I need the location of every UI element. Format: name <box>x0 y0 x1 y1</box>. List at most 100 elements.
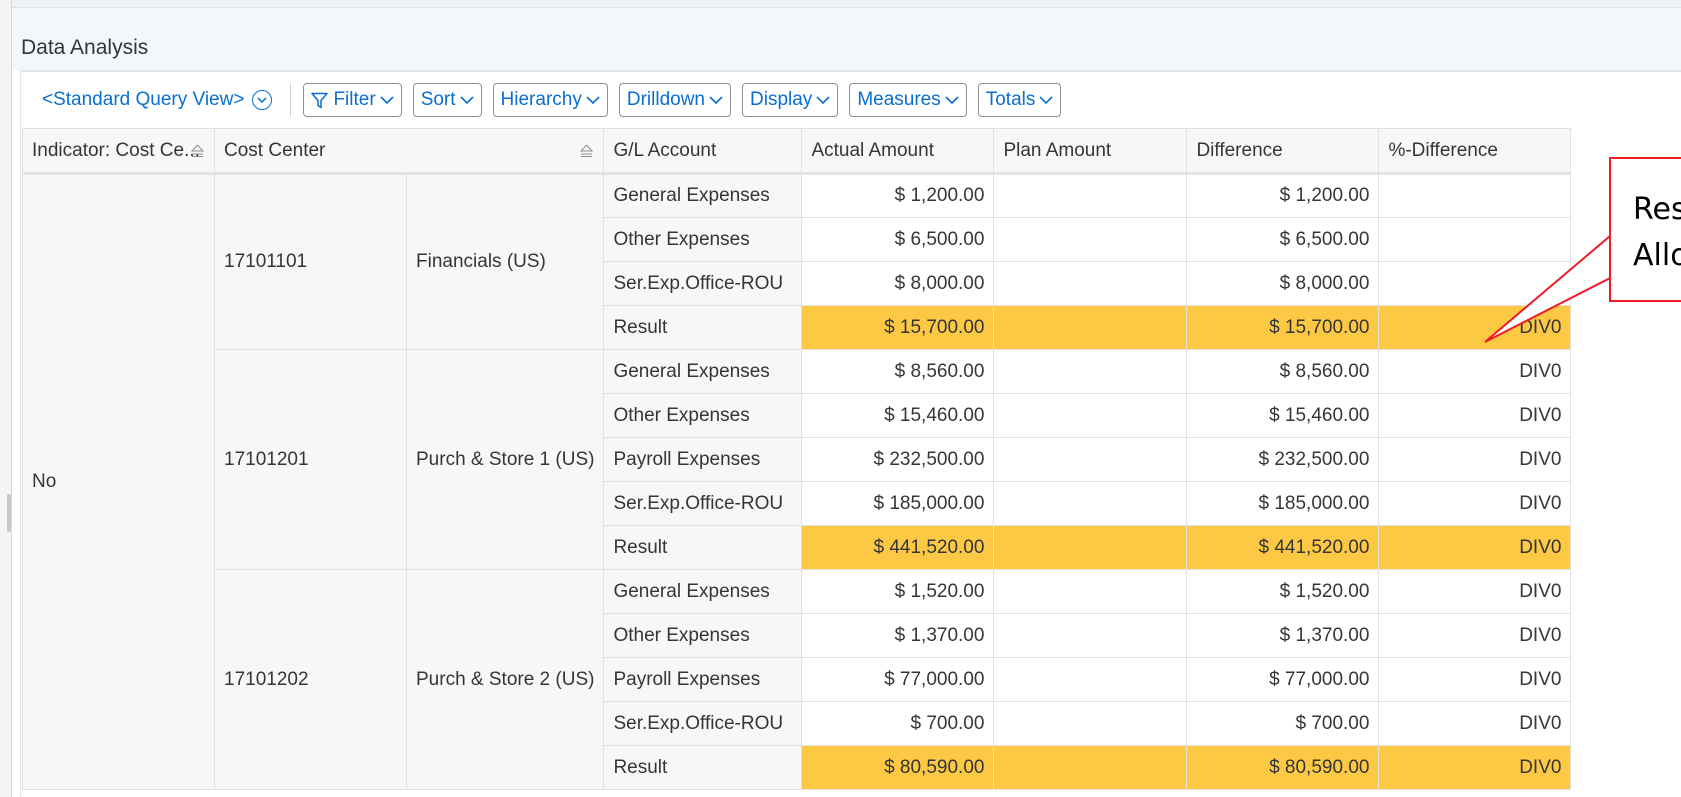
actual-amount-cell[interactable]: $ 77,000.00 <box>801 657 995 702</box>
sort-button[interactable]: Sort <box>412 83 482 117</box>
difference-cell[interactable]: $ 15,460.00 <box>1186 393 1380 438</box>
plan-amount-cell[interactable] <box>993 217 1188 262</box>
pct-difference-cell[interactable]: DIV0 <box>1378 613 1572 658</box>
plan-amount-cell[interactable] <box>993 525 1188 570</box>
difference-cell[interactable]: $ 77,000.00 <box>1186 657 1380 702</box>
pct-difference-cell[interactable]: DIV0 <box>1378 481 1572 526</box>
resize-handle[interactable] <box>7 494 11 532</box>
top-strip <box>12 0 1681 8</box>
plan-amount-cell[interactable] <box>993 569 1188 614</box>
actual-amount-cell[interactable]: $ 232,500.00 <box>801 437 995 482</box>
header-pct-difference[interactable]: %-Difference <box>1378 128 1572 175</box>
pct-difference-cell[interactable]: DIV0 <box>1378 701 1572 746</box>
query-view-selector[interactable]: <Standard Query View> <box>42 89 273 111</box>
indicator-cell[interactable]: No <box>22 173 215 790</box>
hierarchy-button[interactable]: Hierarchy <box>492 83 608 117</box>
pct-difference-cell[interactable]: DIV0 <box>1378 305 1572 350</box>
header-actual-amount[interactable]: Actual Amount <box>801 128 995 175</box>
difference-cell[interactable]: $ 8,000.00 <box>1186 261 1380 306</box>
plan-amount-cell[interactable] <box>993 745 1188 790</box>
cost-center-name-cell[interactable]: Purch & Store 2 (US) <box>405 569 605 790</box>
gl-account-cell[interactable]: Result <box>603 305 803 350</box>
actual-amount-cell[interactable]: $ 8,000.00 <box>801 261 995 306</box>
actual-amount-cell[interactable]: $ 1,200.00 <box>801 173 995 218</box>
sort-button-label: Sort <box>420 89 456 110</box>
actual-amount-cell[interactable]: $ 441,520.00 <box>801 525 995 570</box>
gl-account-cell[interactable]: Ser.Exp.Office-ROU <box>603 261 803 306</box>
difference-cell[interactable]: $ 700.00 <box>1186 701 1380 746</box>
cost-center-name-cell[interactable]: Financials (US) <box>405 173 605 350</box>
cost-center-id-cell[interactable]: 17101201 <box>214 349 407 570</box>
difference-cell[interactable]: $ 1,520.00 <box>1186 569 1380 614</box>
sort-icon[interactable] <box>191 145 204 157</box>
gl-account-cell[interactable]: Other Expenses <box>603 393 803 438</box>
actual-amount-cell[interactable]: $ 80,590.00 <box>801 745 995 790</box>
plan-amount-cell[interactable] <box>993 305 1188 350</box>
header-cost-center[interactable]: Cost Center <box>213 128 605 175</box>
cost-center-id-cell[interactable]: 17101101 <box>214 173 407 350</box>
plan-amount-cell[interactable] <box>993 393 1188 438</box>
gl-account-cell[interactable]: Other Expenses <box>603 613 803 658</box>
gl-account-cell[interactable]: Other Expenses <box>603 217 803 262</box>
actual-amount-cell[interactable]: $ 8,560.00 <box>801 349 995 394</box>
gl-account-cell[interactable]: Result <box>603 745 803 790</box>
header-plan-amount[interactable]: Plan Amount <box>993 128 1188 175</box>
annotation-callout: Res Allo <box>1609 157 1681 302</box>
actual-amount-cell[interactable]: $ 1,520.00 <box>801 569 995 614</box>
plan-amount-cell[interactable] <box>993 701 1188 746</box>
pct-difference-cell[interactable]: DIV0 <box>1378 393 1572 438</box>
difference-cell[interactable]: $ 15,700.00 <box>1186 305 1380 350</box>
filter-button[interactable]: Filter <box>303 83 402 117</box>
sort-icon[interactable] <box>580 145 594 157</box>
gl-account-cell[interactable]: Payroll Expenses <box>603 657 803 702</box>
header-indicator[interactable]: Indicator: Cost Ce... <box>22 128 215 175</box>
actual-amount-cell[interactable]: $ 6,500.00 <box>801 217 995 262</box>
actual-amount-cell[interactable]: $ 15,700.00 <box>801 305 995 350</box>
difference-cell[interactable]: $ 185,000.00 <box>1186 481 1380 526</box>
cost-center-name-cell[interactable]: Purch & Store 1 (US) <box>405 349 605 570</box>
pct-difference-cell[interactable] <box>1378 217 1572 262</box>
pct-difference-cell[interactable]: DIV0 <box>1378 437 1572 482</box>
plan-amount-cell[interactable] <box>993 173 1188 218</box>
difference-cell[interactable]: $ 6,500.00 <box>1186 217 1380 262</box>
header-area <box>12 8 1681 70</box>
plan-amount-cell[interactable] <box>993 657 1188 702</box>
header-difference[interactable]: Difference <box>1186 128 1380 175</box>
display-button[interactable]: Display <box>742 83 839 117</box>
gl-account-cell[interactable]: General Expenses <box>603 569 803 614</box>
plan-amount-cell[interactable] <box>993 437 1188 482</box>
pct-difference-cell[interactable]: DIV0 <box>1378 569 1572 614</box>
plan-amount-cell[interactable] <box>993 613 1188 658</box>
plan-amount-cell[interactable] <box>993 261 1188 306</box>
actual-amount-cell[interactable]: $ 15,460.00 <box>801 393 995 438</box>
gl-account-cell[interactable]: General Expenses <box>603 173 803 218</box>
pct-difference-cell[interactable]: DIV0 <box>1378 349 1572 394</box>
totals-button[interactable]: Totals <box>977 83 1062 117</box>
gl-account-cell[interactable]: General Expenses <box>603 349 803 394</box>
actual-amount-cell[interactable]: $ 1,370.00 <box>801 613 995 658</box>
gl-account-cell[interactable]: Ser.Exp.Office-ROU <box>603 481 803 526</box>
pct-difference-cell[interactable]: DIV0 <box>1378 657 1572 702</box>
difference-cell[interactable]: $ 1,200.00 <box>1186 173 1380 218</box>
difference-cell[interactable]: $ 232,500.00 <box>1186 437 1380 482</box>
plan-amount-cell[interactable] <box>993 349 1188 394</box>
pct-difference-cell[interactable] <box>1378 173 1572 218</box>
header-gl-account[interactable]: G/L Account <box>603 128 803 175</box>
measures-button[interactable]: Measures <box>849 83 967 117</box>
gl-account-cell[interactable]: Result <box>603 525 803 570</box>
drilldown-button[interactable]: Drilldown <box>618 83 731 117</box>
gl-account-cell[interactable]: Payroll Expenses <box>603 437 803 482</box>
difference-cell[interactable]: $ 80,590.00 <box>1186 745 1380 790</box>
plan-amount-cell[interactable] <box>993 481 1188 526</box>
actual-amount-cell[interactable]: $ 700.00 <box>801 701 995 746</box>
pct-difference-cell[interactable]: DIV0 <box>1378 745 1572 790</box>
pct-difference-cell[interactable] <box>1378 261 1572 306</box>
actual-amount-cell[interactable]: $ 185,000.00 <box>801 481 995 526</box>
difference-cell[interactable]: $ 8,560.00 <box>1186 349 1380 394</box>
difference-cell[interactable]: $ 441,520.00 <box>1186 525 1380 570</box>
chevron-down-icon <box>380 95 394 105</box>
cost-center-id-cell[interactable]: 17101202 <box>214 569 407 790</box>
pct-difference-cell[interactable]: DIV0 <box>1378 525 1572 570</box>
difference-cell[interactable]: $ 1,370.00 <box>1186 613 1380 658</box>
gl-account-cell[interactable]: Ser.Exp.Office-ROU <box>603 701 803 746</box>
